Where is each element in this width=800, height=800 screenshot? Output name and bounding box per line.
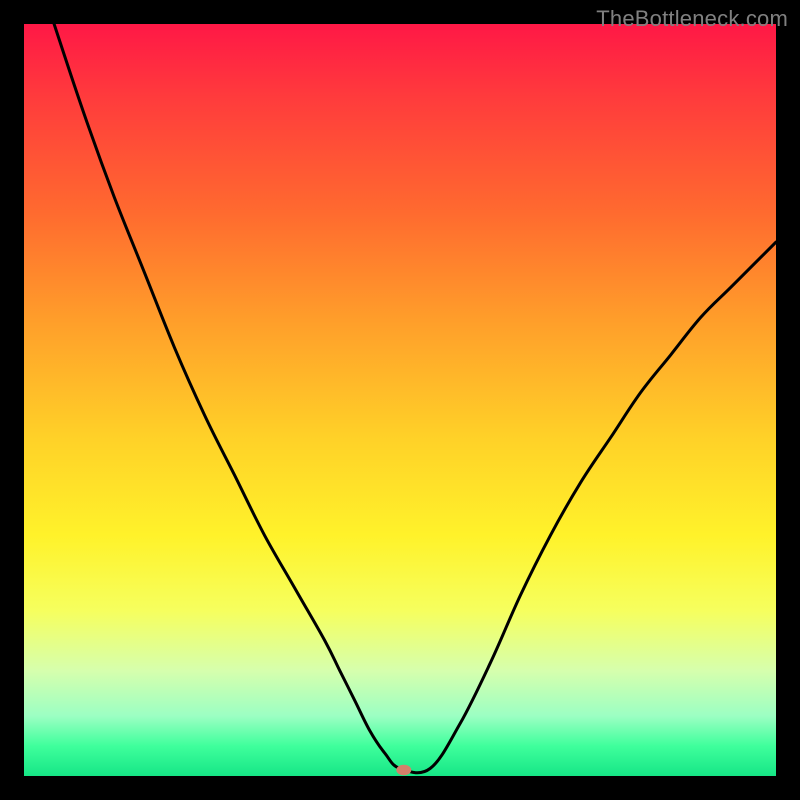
curve-svg bbox=[24, 24, 776, 776]
marker-dot bbox=[396, 765, 411, 776]
bottleneck-curve bbox=[54, 24, 776, 773]
plot-area bbox=[24, 24, 776, 776]
watermark-text: TheBottleneck.com bbox=[596, 6, 788, 32]
chart-root: TheBottleneck.com bbox=[0, 0, 800, 800]
